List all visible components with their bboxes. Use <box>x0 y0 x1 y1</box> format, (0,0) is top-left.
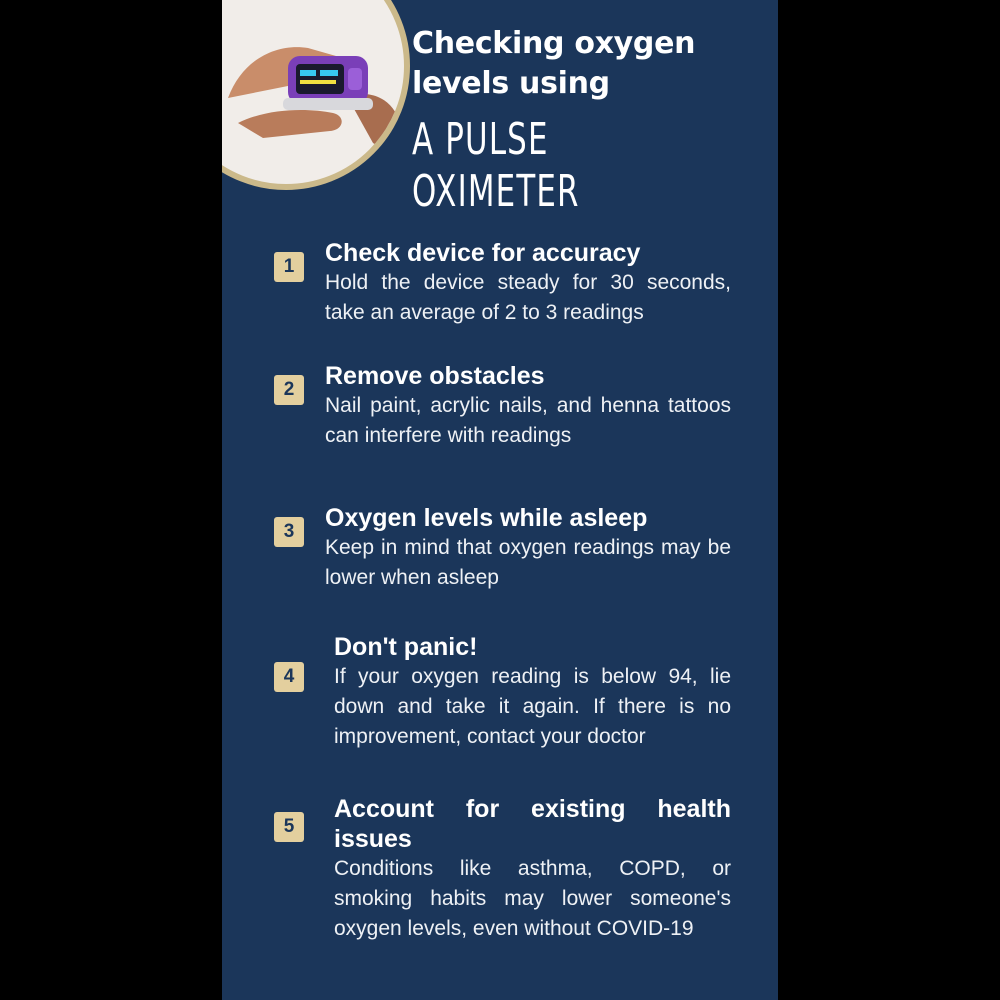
step-number-badge: 1 <box>274 252 304 282</box>
step-body: Hold the device steady for 30 seconds, t… <box>325 271 731 324</box>
step-body: Keep in mind that oxygen readings may be… <box>325 536 731 589</box>
step-heading: Account for existing health issues <box>334 795 731 853</box>
step-heading: Check device for accuracy <box>325 239 641 267</box>
pulse-oximeter-photo <box>222 0 410 190</box>
step-content: Remove obstacles Nail paint, acrylic nai… <box>325 361 731 451</box>
pulse-oximeter-icon <box>228 47 401 147</box>
step-content: Account for existing health issues Condi… <box>334 794 731 944</box>
step-number-badge: 3 <box>274 517 304 547</box>
step-body: Nail paint, acrylic nails, and henna tat… <box>325 394 731 447</box>
step-body: Conditions like asthma, COPD, or smoking… <box>334 857 731 940</box>
step-heading: Oxygen levels while asleep <box>325 504 648 532</box>
poster-title: Checking oxygen levels using A PULSE OXI… <box>412 24 762 218</box>
title-line-2: levels using <box>412 66 610 101</box>
step-number-badge: 4 <box>274 662 304 692</box>
step-number-badge: 5 <box>274 812 304 842</box>
step-heading: Don't panic! <box>334 633 478 661</box>
title-line-3: A PULSE OXIMETER <box>412 114 580 217</box>
step-number-badge: 2 <box>274 375 304 405</box>
step-heading: Remove obstacles <box>325 362 545 390</box>
infographic-poster: Checking oxygen levels using A PULSE OXI… <box>222 0 778 1000</box>
title-line-1: Checking oxygen <box>412 26 696 61</box>
step-content: Oxygen levels while asleep Keep in mind … <box>325 503 731 593</box>
step-body: If your oxygen reading is below 94, lie … <box>334 665 731 748</box>
step-content: Don't panic! If your oxygen reading is b… <box>334 632 731 752</box>
step-content: Check device for accuracy Hold the devic… <box>325 238 731 328</box>
